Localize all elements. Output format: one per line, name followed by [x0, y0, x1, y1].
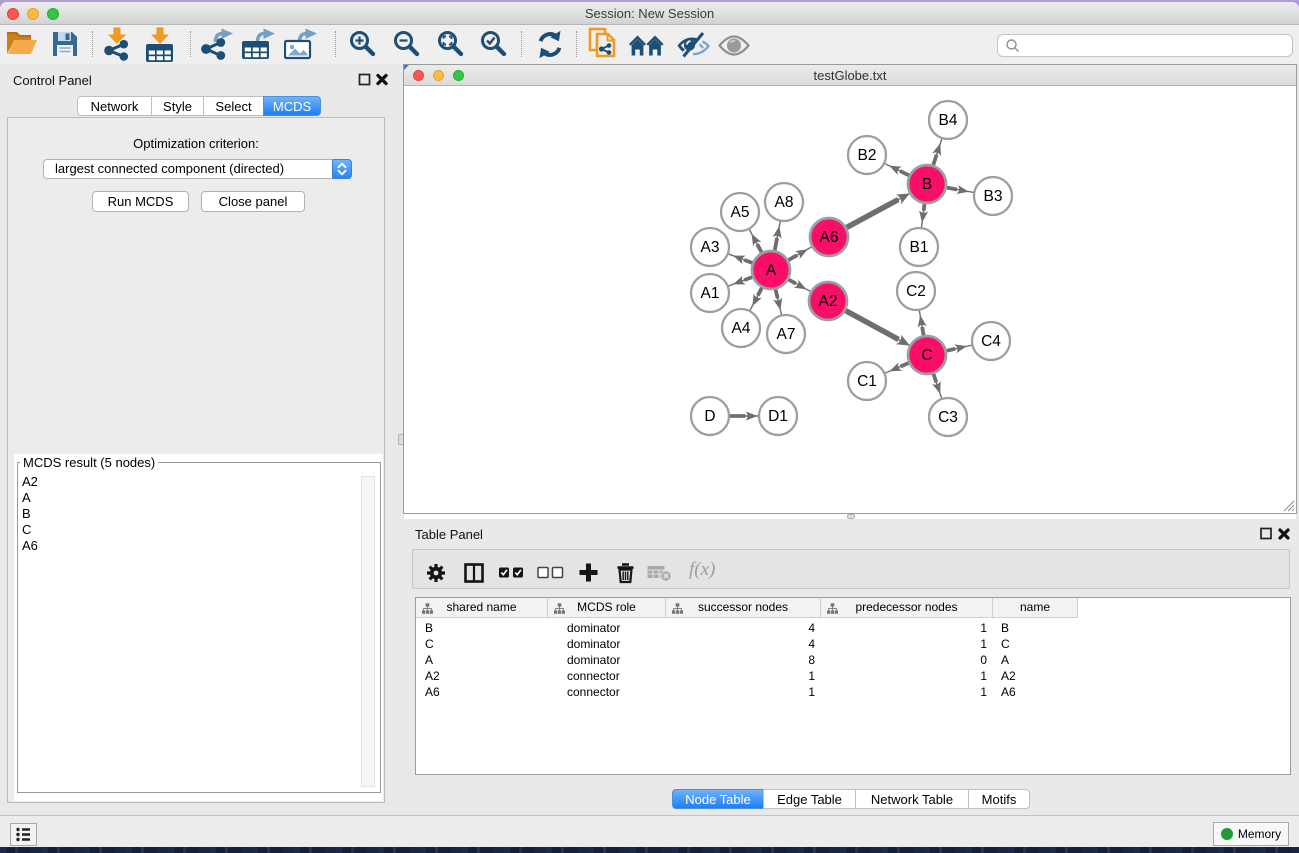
svg-text:D1: D1	[768, 408, 788, 425]
svg-text:A3: A3	[701, 239, 720, 256]
svg-text:B3: B3	[984, 188, 1003, 205]
svg-text:C2: C2	[906, 283, 926, 300]
svg-text:A8: A8	[775, 194, 794, 211]
svg-text:C3: C3	[938, 409, 958, 426]
svg-text:C1: C1	[857, 373, 877, 390]
svg-text:D: D	[704, 408, 715, 425]
svg-text:B: B	[922, 176, 932, 193]
svg-text:A2: A2	[819, 293, 838, 310]
svg-text:A4: A4	[732, 320, 751, 337]
svg-text:A7: A7	[777, 326, 796, 343]
svg-text:B2: B2	[858, 147, 877, 164]
svg-text:B4: B4	[939, 112, 958, 129]
svg-text:A: A	[766, 262, 777, 279]
svg-text:A6: A6	[820, 229, 839, 246]
svg-text:A1: A1	[701, 285, 720, 302]
svg-text:B1: B1	[910, 239, 929, 256]
svg-text:A5: A5	[731, 204, 750, 221]
svg-text:C: C	[921, 347, 932, 364]
svg-text:C4: C4	[981, 333, 1001, 350]
